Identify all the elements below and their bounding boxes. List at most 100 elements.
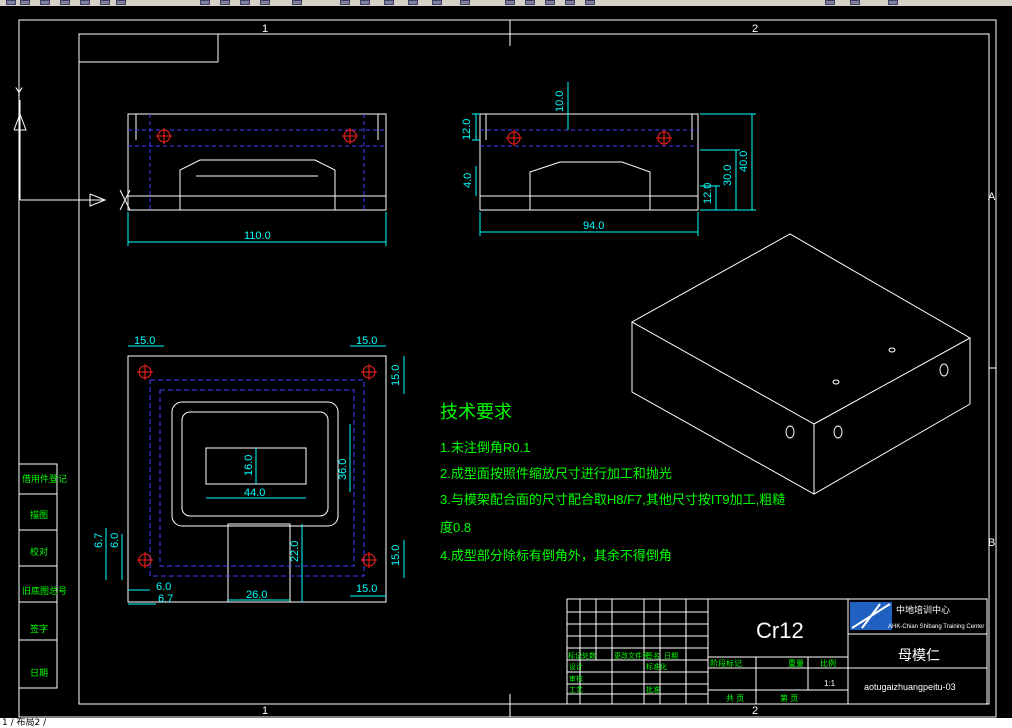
zone-right-b: B: [988, 537, 995, 549]
dim-text-15-r1: 15.0: [390, 365, 402, 386]
toolbar-icon[interactable]: [525, 0, 535, 5]
toolbar-icon[interactable]: [240, 0, 250, 5]
dim-text-15-r2: 15.0: [390, 545, 402, 566]
side-table-r5: 签字: [30, 623, 48, 634]
tb-col-mark: 标记: [568, 651, 582, 660]
tb-row-review: 审核: [569, 674, 583, 683]
dim-text-6-0-bottom: 6.0: [156, 581, 171, 593]
tb-col-docno: 更改文件号: [614, 651, 649, 660]
drawing-number: aotugaizhuangpeitu-03: [864, 682, 956, 692]
side-table-r1: 借用件登记: [22, 473, 67, 484]
header-sheet: 共 页: [726, 694, 744, 703]
tech-line-1: 1.未注倒角R0.1: [440, 440, 530, 455]
header-page: 第 页: [780, 693, 798, 703]
side-view-right-holes: [506, 130, 672, 146]
toolbar-icon[interactable]: [460, 0, 470, 5]
org-logo: [850, 602, 892, 630]
isometric-view: [630, 233, 972, 495]
tb-row-process: 工艺: [569, 686, 583, 694]
dim-text-6-0-left: 6.0: [109, 533, 121, 548]
dim-text-16: 16.0: [243, 455, 255, 476]
zone-bottom-2: 2: [752, 705, 758, 717]
dim-text-36: 36.0: [337, 459, 349, 480]
dim-text-15-tr: 15.0: [356, 335, 377, 347]
toolbar-icon[interactable]: [545, 0, 555, 5]
tech-title: 技术要求: [440, 402, 512, 422]
tb-col-date: 日期: [664, 652, 678, 660]
toolbar-icon[interactable]: [116, 0, 126, 5]
part-name: 母模仁: [898, 647, 940, 663]
toolbar-icon[interactable]: [888, 0, 898, 5]
toolbar-icon[interactable]: [384, 0, 394, 5]
plan-view-dims: [105, 345, 405, 605]
side-table: [18, 463, 58, 689]
org-name-en: AHK-Chian Shibang Training Center: [888, 624, 984, 630]
tb-col-count: 处数: [582, 651, 596, 660]
toolbar-icon[interactable]: [408, 0, 418, 5]
tech-line-3b: 度0.8: [440, 520, 471, 535]
tb-row-approve: 批准: [646, 685, 660, 694]
side-table-r3: 校对: [30, 546, 48, 557]
tb-col-sign: 签名: [646, 651, 660, 660]
tb-row-standard: 标准化: [646, 662, 667, 671]
tech-line-4: 4.成型部分除标有倒角外，其余不得倒角: [440, 548, 672, 563]
toolbar-icon[interactable]: [220, 0, 230, 5]
dim-text-6-7-bottom: 6.7: [158, 593, 173, 605]
toolbar-icon[interactable]: [292, 0, 302, 5]
side-table-r2: 描图: [30, 509, 48, 520]
dim-text-15-tl: 15.0: [134, 335, 155, 347]
toolbar-icon[interactable]: [585, 0, 595, 5]
dim-text-12a: 12.0: [461, 119, 473, 140]
scale-value: 1:1: [824, 679, 836, 688]
tech-line-3: 3.与模架配合面的尺寸配合取H8/F7,其他尺寸按IT9加工,粗糙: [440, 492, 785, 507]
toolbar-icon[interactable]: [340, 0, 350, 5]
side-table-r6: 日期: [30, 668, 48, 678]
toolbar-icon[interactable]: [40, 0, 50, 5]
toolbar-icon[interactable]: [200, 0, 210, 5]
ucs-icon: [13, 100, 131, 211]
toolbar-icon[interactable]: [20, 0, 30, 5]
toolbar-icon[interactable]: [80, 0, 90, 5]
dim-text-94: 94.0: [583, 220, 604, 232]
tech-line-2: 2.成型面按照件缩放尺寸进行加工和抛光: [440, 466, 672, 481]
dim-text-15-br: 15.0: [356, 583, 377, 595]
toolbar-icon[interactable]: [60, 0, 70, 5]
material-label: Cr12: [756, 618, 804, 643]
ucs-y-label: Y: [15, 85, 23, 99]
dims-right-view: [472, 82, 756, 236]
toolbar-icon[interactable]: [505, 0, 515, 5]
zone-right-a: A: [988, 191, 996, 203]
toolbar-icon[interactable]: [825, 0, 835, 5]
dim-text-30: 30.0: [722, 165, 734, 186]
side-view-right: [479, 113, 699, 211]
dim-text-10: 10.0: [554, 91, 566, 112]
toolbar-icon[interactable]: [100, 0, 110, 5]
toolbar-icon[interactable]: [360, 0, 370, 5]
layout-tab-bar[interactable]: 1 / 布局2 /: [0, 718, 1012, 728]
dim-text-22: 22.0: [289, 541, 301, 562]
dim-text-40: 40.0: [738, 151, 750, 172]
toolbar-icon[interactable]: [850, 0, 860, 5]
toolbar-icon[interactable]: [432, 0, 442, 5]
front-view-left: [127, 113, 387, 211]
drawing-canvas[interactable]: 1 2 1 2 A B Y 借用件登记 描图 校对 旧底图总号 签字 日期 11…: [0, 6, 1012, 718]
header-stage: 阶段标记: [710, 658, 742, 668]
side-table-r4: 旧底图总号: [22, 585, 67, 596]
cad-drawing[interactable]: 1 2 1 2 A B Y 借用件登记 描图 校对 旧底图总号 签字 日期 11…: [0, 6, 1012, 718]
dim-text-26: 26.0: [246, 589, 267, 601]
dim-text-12b: 12.0: [702, 183, 714, 204]
toolbar-icon[interactable]: [6, 0, 16, 5]
toolbar-icon[interactable]: [565, 0, 575, 5]
dim-text-44: 44.0: [244, 487, 265, 499]
zone-bottom-1: 1: [262, 705, 268, 717]
tb-row-design: 设计: [569, 662, 583, 671]
toolbar-icon[interactable]: [260, 0, 270, 5]
dim-text-4: 4.0: [462, 173, 474, 188]
zone-top-2: 2: [752, 23, 758, 35]
zone-top-1: 1: [262, 23, 268, 35]
dim-text-6-7-left: 6.7: [93, 533, 105, 548]
drawing-frame: [18, 19, 997, 718]
org-name-cn: 中地培训中心: [896, 604, 950, 615]
dim-text-110: 110.0: [244, 230, 271, 242]
header-weight: 重量: [788, 658, 804, 668]
